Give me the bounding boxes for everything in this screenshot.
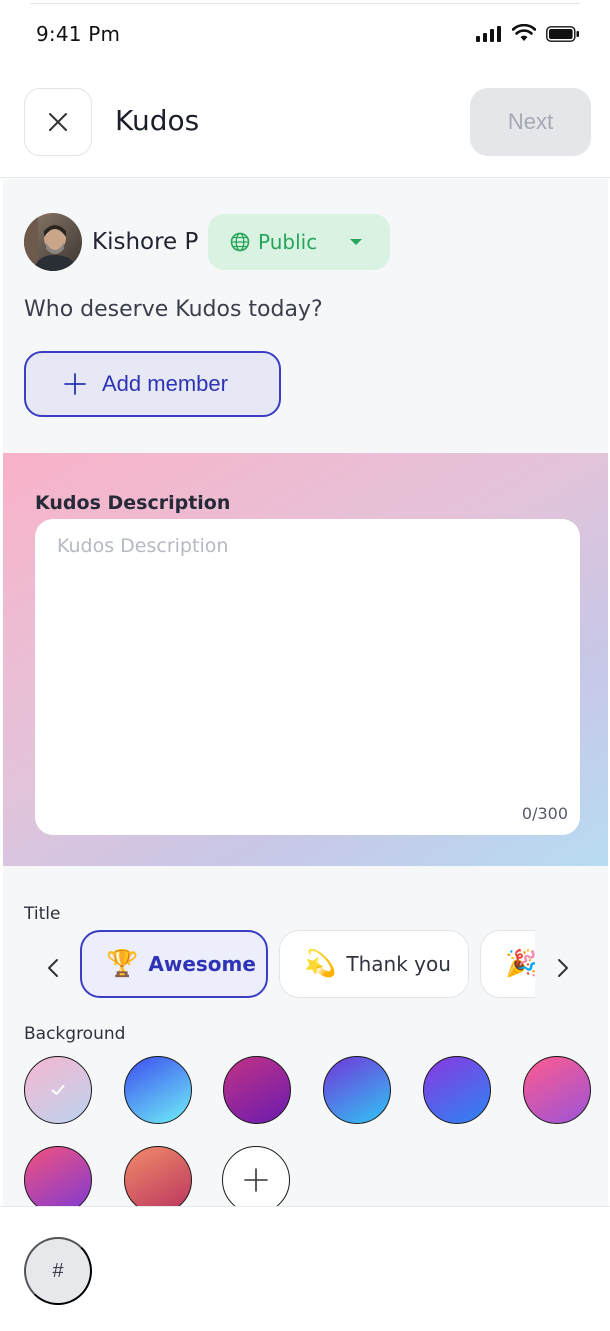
title-chip-awesome[interactable]: 🏆 Awesome <box>80 930 268 998</box>
background-swatch-purple-skyblue[interactable] <box>323 1056 391 1124</box>
background-swatch-pink-lavender[interactable] <box>24 1056 92 1124</box>
title-chip-label: Awesome <box>148 952 256 976</box>
trophy-icon: 🏆 <box>106 949 139 979</box>
description-input[interactable] <box>35 519 580 835</box>
cellular-icon <box>476 26 502 46</box>
author-name: Kishore P <box>92 229 199 255</box>
title-section-label: Title <box>24 904 61 924</box>
party-popper-icon: 🎉 <box>505 949 535 979</box>
avatar <box>24 213 82 271</box>
wifi-icon <box>511 23 537 46</box>
dizzy-star-icon: 💫 <box>304 949 337 979</box>
visibility-dropdown[interactable]: Public <box>208 214 390 270</box>
title-chip-carousel: 🏆 Awesome 💫 Thank you 🎉 <box>80 930 535 1000</box>
visibility-label: Public <box>258 230 318 254</box>
author-section: Kishore P Public Who deserve Kudos today… <box>3 179 608 453</box>
background-section-label: Background <box>24 1024 126 1044</box>
chevron-right-icon[interactable] <box>549 954 577 982</box>
plus-icon <box>244 1168 268 1192</box>
hashtag-button[interactable]: # <box>24 1237 92 1305</box>
background-swatch-coral-rose[interactable] <box>124 1146 192 1206</box>
close-icon <box>49 113 67 131</box>
close-button[interactable] <box>24 88 92 156</box>
chevron-left-icon[interactable] <box>39 954 67 982</box>
title-chip-party[interactable]: 🎉 <box>480 930 535 998</box>
next-button[interactable]: Next <box>470 88 591 156</box>
description-label: Kudos Description <box>35 492 231 514</box>
chevron-down-icon <box>350 239 362 245</box>
title-chip-thank-you[interactable]: 💫 Thank you <box>279 930 469 998</box>
add-member-button[interactable]: Add member <box>24 351 281 417</box>
title-chip-label: Thank you <box>346 952 451 976</box>
description-box: 0/300 <box>35 519 580 835</box>
kudos-card-preview: Kudos Description 0/300 <box>3 453 608 866</box>
globe-icon <box>230 232 250 252</box>
background-swatch-blue-cyan[interactable] <box>124 1056 192 1124</box>
background-swatch-magenta-purple[interactable] <box>223 1056 291 1124</box>
customization-section: Title 🏆 Awesome 💫 Thank you 🎉 Background <box>3 866 608 1206</box>
background-swatch-pink-violet[interactable] <box>523 1056 591 1124</box>
battery-icon <box>546 26 580 46</box>
character-counter: 0/300 <box>521 804 568 823</box>
status-time: 9:41 Pm <box>36 22 121 46</box>
app-header: Kudos Next <box>0 70 610 178</box>
page-title: Kudos <box>115 104 200 137</box>
add-member-label: Add member <box>102 371 228 396</box>
status-bar: 9:41 Pm <box>0 0 610 70</box>
add-background-button[interactable] <box>222 1146 290 1206</box>
background-swatch-violet-blue[interactable] <box>423 1056 491 1124</box>
status-icons <box>476 23 580 46</box>
recipient-prompt: Who deserve Kudos today? <box>24 297 323 322</box>
bottom-toolbar: # <box>0 1206 610 1331</box>
background-swatch-pink-purple[interactable] <box>24 1146 92 1206</box>
check-icon <box>51 1085 65 1095</box>
plus-icon <box>64 373 86 395</box>
